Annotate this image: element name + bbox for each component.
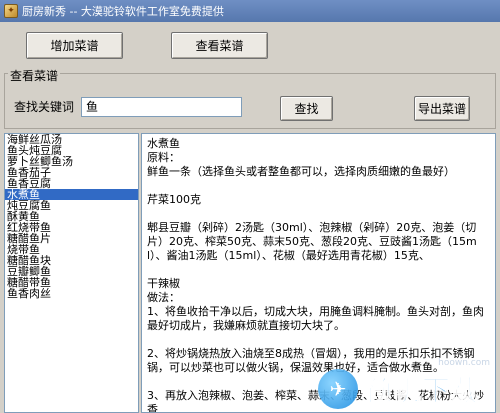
recipe-list-item[interactable]: 糖醋带鱼 [5, 277, 138, 288]
recipe-detail-paragraph: 干辣椒 做法： 1、将鱼收拾干净以后，切成大块，用腌鱼调料腌制。鱼头对剖，鱼肉最… [147, 277, 484, 332]
recipe-list-item[interactable]: 鱼头炖豆腐 [5, 145, 138, 156]
recipe-detail-paragraph: 芹菜100克 [147, 193, 201, 206]
window-title: 厨房新秀 -- 大漠驼铃软件工作室免费提供 [22, 5, 224, 18]
watermark-text: 预帆下载 [363, 374, 481, 408]
export-recipe-button[interactable]: 导出菜谱 [414, 96, 470, 121]
recipe-list-item[interactable]: 糖醋鱼块 [5, 255, 138, 266]
recipe-list-item[interactable]: 炖豆腐鱼 [5, 200, 138, 211]
recipe-list-item[interactable]: 烧带鱼 [5, 244, 138, 255]
search-label: 查找关键词 [14, 100, 75, 114]
recipe-list-item[interactable]: 水煮鱼 [5, 189, 138, 200]
recipe-list-item[interactable]: 鱼香茄子 [5, 167, 138, 178]
watermark-logo-icon: ✈ [318, 369, 358, 409]
recipe-list-item[interactable]: 酥黄鱼 [5, 211, 138, 222]
recipe-detail-paragraph: 郫县豆瓣（剁碎）2汤匙（30ml）、泡辣椒（剁碎）20克、泡姜（切片）20克、榨… [147, 221, 477, 262]
recipe-list-item[interactable]: 萝卜丝鲫鱼汤 [5, 156, 138, 167]
recipe-list-item[interactable]: 鱼香豆腐 [5, 178, 138, 189]
search-button[interactable]: 查找 [280, 96, 333, 121]
view-recipe-button[interactable]: 查看菜谱 [171, 32, 268, 59]
recipe-list-item[interactable]: 鱼香肉丝 [5, 288, 138, 299]
recipe-list-item[interactable]: 海鲜丝瓜汤 [5, 134, 138, 145]
recipe-list-item[interactable]: 糖醋鱼片 [5, 233, 138, 244]
recipe-list[interactable]: 海鲜丝瓜汤 鱼头炖豆腐 萝卜丝鲫鱼汤 鱼香茄子 鱼香豆腐 水煮鱼 炖豆腐鱼 酥黄鱼 红烧带鱼 糖醋… [4, 133, 139, 413]
recipe-detail-paragraph: 水煮鱼 原料： 鲜鱼一条（选择鱼头或者整鱼都可以，选择肉质细嫩的鱼最好） [147, 137, 455, 178]
watermark: ✈ 预帆下载 [318, 366, 498, 412]
search-input[interactable]: 鱼 [81, 97, 242, 117]
recipe-list-item[interactable]: 红烧带鱼 [5, 222, 138, 233]
app-icon: ✦ [4, 4, 18, 18]
add-recipe-button[interactable]: 增加菜谱 [26, 32, 123, 59]
recipe-list-item[interactable]: 豆瓣鲫鱼 [5, 266, 138, 277]
title-bar: ✦ 厨房新秀 -- 大漠驼铃软件工作室免费提供 [0, 0, 500, 22]
group-label: 查看菜谱 [8, 67, 61, 84]
